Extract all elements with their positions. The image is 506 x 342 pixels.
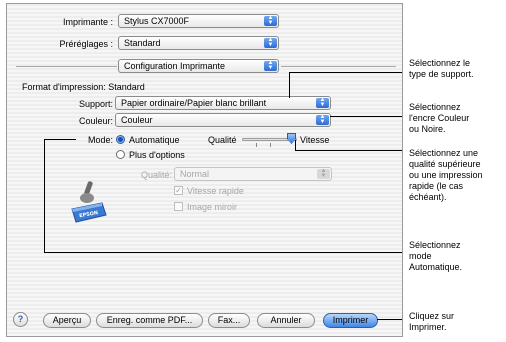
callout-mode: Sélectionnez mode Automatique. — [409, 240, 463, 272]
quality-slider-label: Qualité — [208, 135, 237, 145]
mirror-checkbox[interactable] — [174, 202, 183, 211]
mode-auto-radio[interactable] — [116, 135, 125, 144]
callout-line-quality-v — [295, 140, 296, 151]
mode-custom-label[interactable]: Plus d'options — [129, 150, 185, 160]
popup-arrows-icon: ▲ ▼ — [317, 168, 330, 179]
fast-speed-label: Vitesse rapide — [187, 186, 244, 196]
mode-auto-label[interactable]: Automatique — [129, 135, 180, 145]
paper-format-label: Format d'impression: Standard — [22, 82, 145, 92]
presets-value: Standard — [124, 38, 161, 48]
print-dialog: Imprimante : Stylus CX7000F ▲ ▼ Préréglag… — [6, 3, 403, 337]
callout-line-media-v — [289, 72, 290, 98]
quality-popup[interactable]: Normal ▲ ▼ — [174, 167, 332, 181]
callout-quality: Sélectionnez une qualité supérieure ou u… — [409, 148, 483, 202]
callout-media: Sélectionnez le type de support. — [409, 58, 474, 79]
mode-custom-radio[interactable] — [116, 150, 125, 159]
quality-popup-value: Normal — [180, 169, 210, 179]
callout-line-color — [330, 116, 402, 117]
popup-arrows-icon: ▲ ▼ — [316, 114, 329, 125]
media-value: Papier ordinaire/Papier blanc brillant — [121, 98, 267, 108]
printer-label: Imprimante : — [62, 17, 113, 27]
slider-tick — [256, 143, 257, 147]
presets-label: Préréglages : — [59, 39, 113, 49]
help-button[interactable]: ? — [13, 312, 28, 327]
panel-value: Configuration Imprimante — [124, 61, 226, 71]
printer-value: Stylus CX7000F — [124, 16, 190, 26]
callout-color: Sélectionnez l'encre Couleur ou Noire. — [409, 102, 470, 134]
speed-label: Vitesse — [300, 135, 330, 145]
save-pdf-button[interactable]: Enreg. comme PDF... — [96, 313, 203, 328]
popup-arrows-icon: ▲ ▼ — [316, 97, 329, 108]
print-button[interactable]: Imprimer — [323, 313, 378, 328]
cancel-button[interactable]: Annuler — [257, 313, 315, 328]
printer-popup[interactable]: Stylus CX7000F ▲ ▼ — [118, 14, 279, 28]
color-value: Couleur — [121, 115, 153, 125]
popup-arrows-icon: ▲ ▼ — [264, 15, 277, 26]
epson-printer-icon: EPSON — [69, 179, 109, 225]
separator-left — [16, 66, 117, 67]
panel-popup[interactable]: Configuration Imprimante ▲ ▼ — [118, 59, 279, 73]
callout-line-mode-v — [44, 139, 45, 252]
preview-button[interactable]: Aperçu — [43, 313, 91, 328]
callout-line-quality — [295, 150, 402, 151]
color-popup[interactable]: Couleur ▲ ▼ — [115, 113, 331, 127]
color-label: Couleur: — [78, 116, 113, 126]
presets-popup[interactable]: Standard ▲ ▼ — [118, 36, 279, 50]
popup-arrows-icon: ▲ ▼ — [264, 60, 277, 71]
mirror-label: Image miroir — [187, 202, 238, 212]
slider-tick — [270, 143, 271, 147]
callout-line-media — [289, 72, 402, 73]
media-popup[interactable]: Papier ordinaire/Papier blanc brillant ▲… — [115, 96, 331, 110]
mode-label: Mode: — [87, 135, 113, 145]
callout-line-mode-top — [44, 139, 76, 140]
fast-speed-checkbox[interactable]: ✓ — [174, 186, 183, 195]
popup-arrows-icon: ▲ ▼ — [264, 37, 277, 48]
callout-line-mode-bottom — [44, 252, 402, 253]
callout-print: Cliquez sur Imprimer. — [409, 311, 455, 332]
media-label: Support: — [78, 99, 113, 109]
quality-popup-label: Qualité: — [140, 170, 172, 180]
separator-right — [281, 66, 396, 67]
paper-format-value: Standard — [108, 82, 145, 92]
fax-button[interactable]: Fax... — [208, 313, 250, 328]
callout-line-print — [377, 319, 402, 320]
